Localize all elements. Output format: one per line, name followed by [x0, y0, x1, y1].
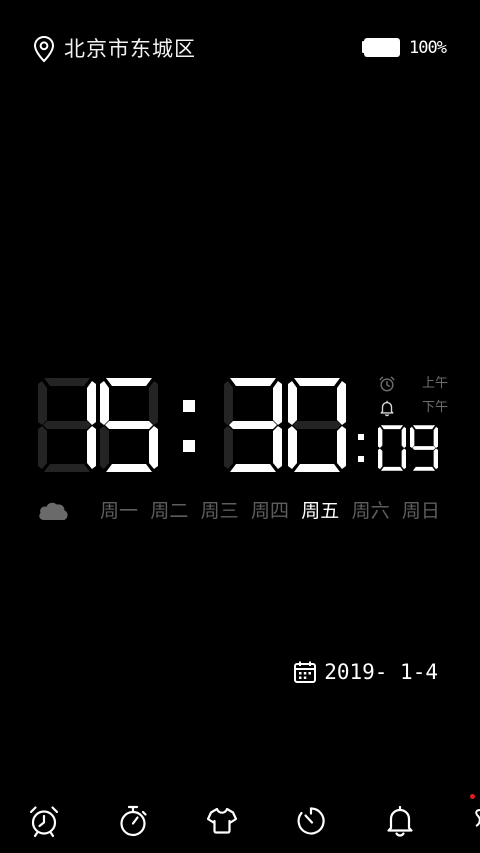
segment-top [230, 378, 276, 386]
segment-bottom [412, 466, 436, 471]
segment-lower-left [378, 448, 383, 470]
am-row: 上午 [378, 372, 448, 396]
bell-icon [387, 805, 413, 837]
weekday-sat: 周六 [351, 500, 390, 522]
segment-lower-right [87, 426, 96, 469]
cloud-icon [39, 502, 68, 520]
notification-badge [470, 794, 475, 799]
calendar-icon [294, 661, 317, 683]
segment-bottom [44, 464, 90, 472]
segment-bottom [380, 466, 404, 471]
segment-lower-left [100, 426, 109, 469]
alarm-clock-icon [29, 806, 59, 838]
more-icon [475, 809, 480, 827]
weekday-fri: 周五 [301, 500, 340, 522]
minute-ones-digit [288, 378, 346, 472]
nav-timer-button[interactable] [289, 799, 333, 843]
hour-ones-digit [100, 378, 158, 472]
am-label: 上午 [421, 376, 448, 391]
nav-reminder-button[interactable] [378, 799, 422, 843]
location[interactable]: 北京市东城区 [32, 34, 196, 64]
hour-minute-colon-lower [183, 440, 195, 452]
nav-more-partial[interactable] [474, 808, 480, 830]
minute-tens-digit [224, 378, 282, 472]
segment-upper-right [273, 381, 282, 425]
bell-icon [380, 400, 394, 417]
segment-upper-left [224, 381, 233, 425]
segment-top [380, 425, 404, 430]
segment-lower-left [224, 426, 233, 469]
segment-upper-left [100, 381, 109, 425]
battery-percent: 100% [409, 38, 447, 58]
hour-tens-digit [38, 378, 96, 472]
nav-alarm-button[interactable] [22, 799, 66, 843]
segment-middle [412, 446, 436, 450]
segment-upper-left [378, 426, 383, 448]
segment-bottom [230, 464, 276, 472]
segment-middle [293, 421, 341, 429]
timer-icon [297, 807, 325, 835]
weekday-sun: 周日 [401, 500, 440, 522]
date-display[interactable]: 2019- 1-4 [293, 658, 438, 686]
segment-middle [43, 421, 91, 429]
status-header: 北京市东城区 100% [0, 28, 480, 72]
segment-upper-left [38, 381, 47, 425]
alarm-clock-icon [379, 376, 395, 392]
date-text: 2019- 1-4 [324, 660, 438, 684]
segment-lower-right [401, 448, 406, 470]
segment-upper-right [401, 426, 406, 448]
weekday-tue: 周二 [150, 500, 189, 522]
segment-top [412, 425, 436, 430]
nav-stopwatch-button[interactable] [111, 799, 155, 843]
weekday-thu: 周四 [250, 500, 289, 522]
pm-label: 下午 [421, 400, 448, 415]
segment-upper-right [433, 426, 438, 448]
segment-upper-right [149, 381, 158, 425]
segment-lower-right [273, 426, 282, 469]
weekday-row: 周一 周二 周三 周四 周五 周六 周日 [36, 494, 446, 528]
segment-top [294, 378, 340, 386]
segment-upper-right [87, 381, 96, 425]
second-tens-digit [378, 425, 406, 471]
bottom-nav [0, 795, 480, 847]
map-pin-icon [33, 35, 55, 63]
segment-lower-right [337, 426, 346, 469]
weekday-wed: 周三 [200, 500, 239, 522]
minute-second-colon-lower [358, 456, 364, 462]
segment-middle [105, 421, 153, 429]
stopwatch-icon [120, 805, 147, 837]
nav-theme-button[interactable] [200, 799, 244, 843]
segment-middle [229, 421, 277, 429]
weekday-mon: 周一 [100, 500, 139, 522]
segment-bottom [294, 464, 340, 472]
segment-bottom [106, 464, 152, 472]
segment-upper-right [337, 381, 346, 425]
location-text: 北京市东城区 [64, 37, 196, 61]
am-pm-indicator: 上午 下午 [378, 372, 448, 420]
battery-status: 100% [361, 37, 447, 59]
segment-lower-right [433, 448, 438, 470]
segment-upper-left [410, 426, 415, 448]
segment-lower-left [38, 426, 47, 469]
segment-top [106, 378, 152, 386]
segment-top [44, 378, 90, 386]
minute-second-colon [358, 434, 364, 440]
hour-minute-colon [183, 400, 195, 412]
segment-upper-left [288, 381, 297, 425]
second-ones-digit [410, 425, 438, 471]
segment-lower-right [149, 426, 158, 469]
shirt-icon [206, 807, 238, 834]
segment-lower-left [288, 426, 297, 469]
battery-icon [362, 38, 401, 57]
pm-row: 下午 [378, 396, 448, 420]
